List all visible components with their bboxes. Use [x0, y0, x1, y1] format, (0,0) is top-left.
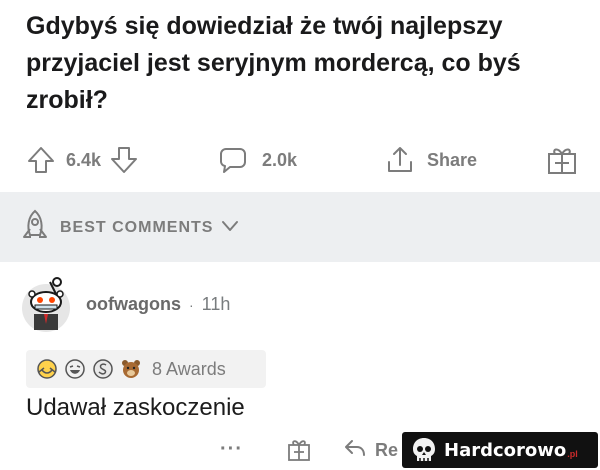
meta-separator: · [189, 296, 194, 313]
post-action-bar: 6.4k 2.0k Share [0, 138, 600, 182]
vote-count: 6.4k [66, 149, 102, 170]
reply-label: Re [375, 440, 399, 460]
awards-pill[interactable]: 8 Awards [26, 350, 266, 388]
awards-count: 8 Awards [152, 358, 226, 379]
skull-icon [410, 436, 438, 464]
vote-control: 6.4k [26, 138, 139, 182]
gift-award-icon [545, 143, 579, 177]
award-laugh-icon [64, 358, 86, 380]
award-coin-icon [92, 358, 114, 380]
snoo-avatar-icon[interactable] [20, 276, 72, 332]
post-title: Gdybyś się dowiedział że twój najlepszy … [26, 12, 521, 114]
chevron-down-icon [221, 219, 239, 238]
comment-meta: oofwagons · 11h [86, 294, 230, 315]
downvote-icon[interactable] [109, 145, 139, 175]
share-icon [385, 145, 415, 175]
comment-body: Udawał zaskoczenie [26, 394, 245, 421]
sort-label: BEST COMMENTS [60, 219, 214, 236]
share-button[interactable]: Share [385, 138, 477, 182]
comments-button[interactable]: 2.0k [218, 138, 297, 182]
comment-icon [218, 145, 248, 175]
reply-button[interactable]: Re [343, 438, 398, 463]
sort-dropdown[interactable]: BEST COMMENTS [20, 209, 239, 248]
award-hug-icon [36, 358, 58, 380]
watermark-tld: .pl [567, 449, 578, 459]
comment-count: 2.0k [262, 149, 298, 170]
watermark-logo: Hardcorowo .pl [402, 432, 598, 468]
gift-award-icon[interactable] [286, 436, 312, 467]
watermark-name: Hardcorowo [444, 439, 567, 461]
reply-icon [343, 438, 367, 463]
rocket-icon [20, 209, 50, 248]
award-button[interactable] [545, 138, 579, 182]
comment-age: 11h [201, 294, 231, 314]
award-bear-icon [120, 358, 142, 380]
more-options-button[interactable]: ··· [220, 438, 243, 461]
upvote-icon[interactable] [26, 145, 56, 175]
comment-author[interactable]: oofwagons [86, 294, 181, 315]
share-label: Share [427, 149, 478, 170]
comment-sort-bar: BEST COMMENTS [0, 192, 600, 262]
